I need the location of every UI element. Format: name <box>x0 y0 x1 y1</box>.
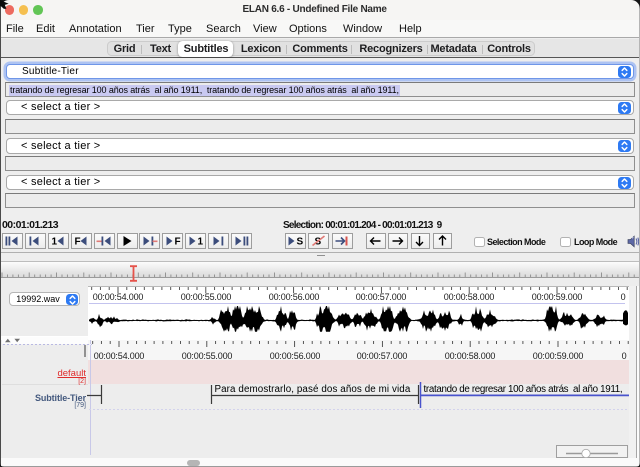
svg-text:F: F <box>75 237 81 248</box>
svg-text:S: S <box>297 237 304 248</box>
svg-text:1: 1 <box>52 237 58 248</box>
svg-text:1: 1 <box>197 237 203 248</box>
svg-text:F: F <box>174 237 180 248</box>
